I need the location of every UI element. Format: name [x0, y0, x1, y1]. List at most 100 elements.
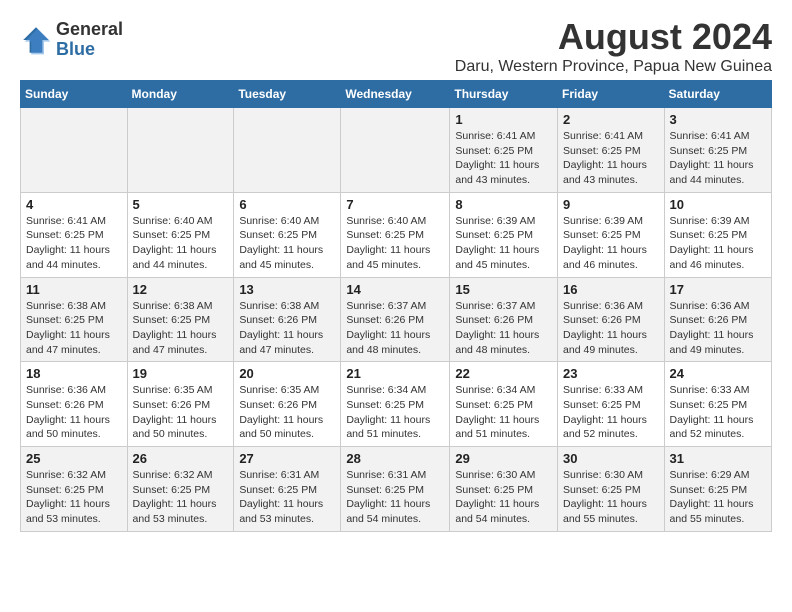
logo-text: General Blue — [56, 20, 123, 60]
day-detail: Sunrise: 6:35 AM Sunset: 6:26 PM Dayligh… — [133, 383, 229, 442]
calendar-cell: 6 Sunrise: 6:40 AM Sunset: 6:25 PM Daylig… — [234, 192, 341, 277]
day-detail: Sunrise: 6:39 AM Sunset: 6:25 PM Dayligh… — [670, 214, 766, 273]
title-block: August 2024 Daru, Western Province, Papu… — [455, 16, 772, 76]
day-number: 24 — [670, 366, 766, 381]
day-number: 11 — [26, 282, 122, 297]
day-number: 1 — [455, 112, 552, 127]
calendar-cell: 20 Sunrise: 6:35 AM Sunset: 6:26 PM Dayli… — [234, 362, 341, 447]
day-detail: Sunrise: 6:33 AM Sunset: 6:25 PM Dayligh… — [670, 383, 766, 442]
main-title: August 2024 — [455, 16, 772, 58]
day-number: 29 — [455, 451, 552, 466]
calendar-cell: 13Sunrise: 6:38 AM Sunset: 6:26 PM Dayli… — [234, 277, 341, 362]
calendar-cell — [341, 108, 450, 193]
calendar-cell: 9 Sunrise: 6:39 AM Sunset: 6:25 PM Daylig… — [558, 192, 665, 277]
day-number: 26 — [133, 451, 229, 466]
week-row-1: 1 Sunrise: 6:41 AM Sunset: 6:25 PM Daylig… — [21, 108, 772, 193]
day-number: 8 — [455, 197, 552, 212]
day-number: 6 — [239, 197, 335, 212]
calendar-cell: 15Sunrise: 6:37 AM Sunset: 6:26 PM Dayli… — [450, 277, 558, 362]
calendar-cell: 17 Sunrise: 6:36 AM Sunset: 6:26 PM Dayli… — [664, 277, 771, 362]
day-number: 23 — [563, 366, 659, 381]
calendar-cell: 10 Sunrise: 6:39 AM Sunset: 6:25 PM Dayli… — [664, 192, 771, 277]
calendar-cell: 26 Sunrise: 6:32 AM Sunset: 6:25 PM Dayli… — [127, 447, 234, 532]
day-number: 2 — [563, 112, 659, 127]
day-detail: Sunrise: 6:41 AM Sunset: 6:25 PM Dayligh… — [26, 214, 122, 273]
logo-blue: Blue — [56, 40, 123, 60]
day-detail: Sunrise: 6:36 AM Sunset: 6:26 PM Dayligh… — [563, 299, 659, 358]
day-detail: Sunrise: 6:41 AM Sunset: 6:25 PM Dayligh… — [563, 129, 659, 188]
calendar-body: 1 Sunrise: 6:41 AM Sunset: 6:25 PM Daylig… — [21, 108, 772, 532]
calendar-cell: 8 Sunrise: 6:39 AM Sunset: 6:25 PM Daylig… — [450, 192, 558, 277]
day-detail: Sunrise: 6:39 AM Sunset: 6:25 PM Dayligh… — [455, 214, 552, 273]
day-number: 25 — [26, 451, 122, 466]
col-header-tuesday: Tuesday — [234, 81, 341, 108]
day-detail: Sunrise: 6:29 AM Sunset: 6:25 PM Dayligh… — [670, 468, 766, 527]
day-detail: Sunrise: 6:38 AM Sunset: 6:25 PM Dayligh… — [133, 299, 229, 358]
calendar-cell: 28Sunrise: 6:31 AM Sunset: 6:25 PM Dayli… — [341, 447, 450, 532]
day-detail: Sunrise: 6:40 AM Sunset: 6:25 PM Dayligh… — [239, 214, 335, 273]
day-number: 10 — [670, 197, 766, 212]
calendar-cell: 18Sunrise: 6:36 AM Sunset: 6:26 PM Dayli… — [21, 362, 128, 447]
day-number: 14 — [346, 282, 444, 297]
subtitle: Daru, Western Province, Papua New Guinea — [455, 58, 772, 76]
calendar-cell — [127, 108, 234, 193]
calendar-cell: 31 Sunrise: 6:29 AM Sunset: 6:25 PM Dayli… — [664, 447, 771, 532]
calendar-cell: 2 Sunrise: 6:41 AM Sunset: 6:25 PM Daylig… — [558, 108, 665, 193]
calendar-cell — [21, 108, 128, 193]
page-header: General Blue August 2024 Daru, Western P… — [20, 16, 772, 76]
day-detail: Sunrise: 6:41 AM Sunset: 6:25 PM Dayligh… — [455, 129, 552, 188]
day-detail: Sunrise: 6:37 AM Sunset: 6:26 PM Dayligh… — [346, 299, 444, 358]
calendar-cell: 23Sunrise: 6:33 AM Sunset: 6:25 PM Dayli… — [558, 362, 665, 447]
col-header-thursday: Thursday — [450, 81, 558, 108]
logo-icon — [20, 24, 52, 56]
calendar-cell: 19 Sunrise: 6:35 AM Sunset: 6:26 PM Dayli… — [127, 362, 234, 447]
calendar-cell: 3 Sunrise: 6:41 AM Sunset: 6:25 PM Daylig… — [664, 108, 771, 193]
day-number: 9 — [563, 197, 659, 212]
col-header-monday: Monday — [127, 81, 234, 108]
col-header-saturday: Saturday — [664, 81, 771, 108]
day-detail: Sunrise: 6:41 AM Sunset: 6:25 PM Dayligh… — [670, 129, 766, 188]
calendar-cell: 11Sunrise: 6:38 AM Sunset: 6:25 PM Dayli… — [21, 277, 128, 362]
calendar-cell: 5Sunrise: 6:40 AM Sunset: 6:25 PM Daylig… — [127, 192, 234, 277]
day-number: 18 — [26, 366, 122, 381]
day-number: 17 — [670, 282, 766, 297]
day-detail: Sunrise: 6:32 AM Sunset: 6:25 PM Dayligh… — [133, 468, 229, 527]
calendar-cell: 7 Sunrise: 6:40 AM Sunset: 6:25 PM Daylig… — [341, 192, 450, 277]
header-row: SundayMondayTuesdayWednesdayThursdayFrid… — [21, 81, 772, 108]
day-detail: Sunrise: 6:34 AM Sunset: 6:25 PM Dayligh… — [346, 383, 444, 442]
calendar-cell — [234, 108, 341, 193]
calendar-cell: 21Sunrise: 6:34 AM Sunset: 6:25 PM Dayli… — [341, 362, 450, 447]
calendar-cell: 27Sunrise: 6:31 AM Sunset: 6:25 PM Dayli… — [234, 447, 341, 532]
day-detail: Sunrise: 6:36 AM Sunset: 6:26 PM Dayligh… — [670, 299, 766, 358]
day-detail: Sunrise: 6:31 AM Sunset: 6:25 PM Dayligh… — [346, 468, 444, 527]
day-detail: Sunrise: 6:31 AM Sunset: 6:25 PM Dayligh… — [239, 468, 335, 527]
calendar-cell: 14 Sunrise: 6:37 AM Sunset: 6:26 PM Dayli… — [341, 277, 450, 362]
col-header-wednesday: Wednesday — [341, 81, 450, 108]
col-header-sunday: Sunday — [21, 81, 128, 108]
day-number: 22 — [455, 366, 552, 381]
day-number: 20 — [239, 366, 335, 381]
calendar-cell: 12 Sunrise: 6:38 AM Sunset: 6:25 PM Dayli… — [127, 277, 234, 362]
day-number: 15 — [455, 282, 552, 297]
calendar-header: SundayMondayTuesdayWednesdayThursdayFrid… — [21, 81, 772, 108]
day-detail: Sunrise: 6:34 AM Sunset: 6:25 PM Dayligh… — [455, 383, 552, 442]
calendar-cell: 22 Sunrise: 6:34 AM Sunset: 6:25 PM Dayli… — [450, 362, 558, 447]
day-number: 31 — [670, 451, 766, 466]
day-number: 3 — [670, 112, 766, 127]
day-number: 19 — [133, 366, 229, 381]
calendar-cell: 24 Sunrise: 6:33 AM Sunset: 6:25 PM Dayli… — [664, 362, 771, 447]
calendar-cell: 30Sunrise: 6:30 AM Sunset: 6:25 PM Dayli… — [558, 447, 665, 532]
day-number: 30 — [563, 451, 659, 466]
day-number: 7 — [346, 197, 444, 212]
day-detail: Sunrise: 6:30 AM Sunset: 6:25 PM Dayligh… — [455, 468, 552, 527]
day-detail: Sunrise: 6:39 AM Sunset: 6:25 PM Dayligh… — [563, 214, 659, 273]
calendar-table: SundayMondayTuesdayWednesdayThursdayFrid… — [20, 80, 772, 532]
day-detail: Sunrise: 6:40 AM Sunset: 6:25 PM Dayligh… — [346, 214, 444, 273]
day-detail: Sunrise: 6:38 AM Sunset: 6:26 PM Dayligh… — [239, 299, 335, 358]
day-number: 5 — [133, 197, 229, 212]
col-header-friday: Friday — [558, 81, 665, 108]
week-row-3: 11 Sunrise: 6:38 AM Sunset: 6:25 PM Dayli… — [21, 277, 772, 362]
day-detail: Sunrise: 6:35 AM Sunset: 6:26 PM Dayligh… — [239, 383, 335, 442]
day-number: 16 — [563, 282, 659, 297]
day-number: 12 — [133, 282, 229, 297]
